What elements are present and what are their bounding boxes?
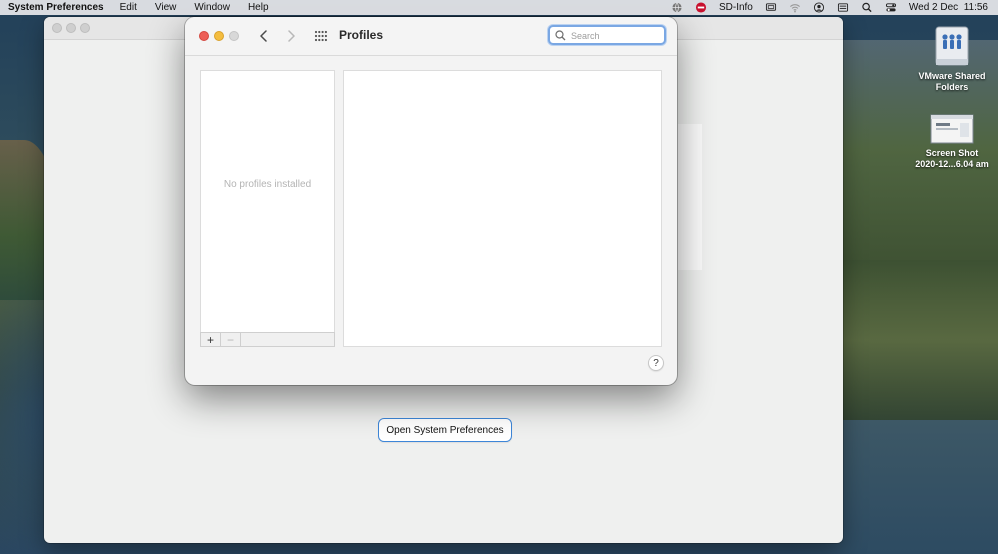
desktop-icon-screenshot[interactable]: Screen Shot 2020-12...6.04 am	[905, 114, 998, 170]
zoom-button[interactable]	[229, 31, 239, 41]
search-icon	[555, 30, 566, 41]
profiles-list[interactable]: No profiles installed	[200, 70, 335, 346]
chevron-left-icon	[260, 30, 267, 42]
forward-button[interactable]	[283, 28, 299, 44]
screen-mirroring-icon[interactable]	[765, 2, 777, 13]
empty-state-text: No profiles installed	[223, 179, 312, 190]
menu-view[interactable]: View	[155, 2, 177, 13]
chevron-right-icon	[288, 30, 295, 42]
menu-bar: System Preferences Edit View Window Help…	[0, 0, 998, 15]
search-input[interactable]	[571, 28, 659, 43]
add-profile-button[interactable]: +	[201, 333, 221, 346]
desktop-wallpaper-right-bottom	[840, 420, 998, 554]
menu-window[interactable]: Window	[194, 2, 230, 13]
background-panel	[678, 124, 702, 270]
show-all-grid-icon[interactable]	[314, 29, 328, 43]
back-button[interactable]	[256, 28, 272, 44]
globe-icon[interactable]	[671, 2, 683, 13]
desktop-icon-label: 2020-12...6.04 am	[915, 159, 989, 169]
spotlight-icon[interactable]	[861, 2, 873, 13]
profile-detail-pane	[343, 70, 662, 347]
desktop-icon-vmware-shared-folders[interactable]: VMware Shared Folders	[905, 25, 998, 93]
menu-app-name[interactable]: System Preferences	[8, 2, 104, 13]
user-icon[interactable]	[813, 2, 825, 13]
profiles-toolbar: Profiles	[185, 17, 677, 56]
shared-folder-drive-icon	[930, 25, 974, 69]
keyboard-icon[interactable]	[837, 2, 849, 13]
desktop-icon-label: VMware Shared	[918, 71, 986, 81]
back-zoom-button[interactable]	[80, 23, 90, 33]
menu-help[interactable]: Help	[248, 2, 269, 13]
search-field[interactable]	[548, 25, 666, 45]
desktop-icon-label: Folders	[935, 82, 969, 92]
profile-list-controls: + −	[200, 332, 335, 347]
remove-profile-button[interactable]: −	[221, 333, 241, 346]
help-button[interactable]: ?	[648, 355, 664, 371]
sd-info-menu[interactable]: SD-Info	[719, 2, 753, 13]
desktop-wallpaper-right-mid	[840, 260, 998, 420]
minimize-button[interactable]	[214, 31, 224, 41]
open-system-preferences-button[interactable]: Open System Preferences	[378, 418, 512, 442]
desktop-icon-label: Screen Shot	[925, 148, 979, 158]
window-title: Profiles	[339, 28, 384, 42]
back-minimize-button[interactable]	[66, 23, 76, 33]
screenshot-thumbnail-icon	[930, 114, 974, 144]
back-close-button[interactable]	[52, 23, 62, 33]
wifi-icon[interactable]	[789, 2, 801, 13]
menu-clock[interactable]: Wed 2 Dec 11:56	[909, 2, 988, 13]
close-button[interactable]	[199, 31, 209, 41]
no-entry-icon[interactable]	[695, 2, 707, 13]
menu-edit[interactable]: Edit	[120, 2, 137, 13]
profiles-window: Profiles No profiles installed + − ?	[185, 17, 677, 385]
control-center-icon[interactable]	[885, 2, 897, 13]
